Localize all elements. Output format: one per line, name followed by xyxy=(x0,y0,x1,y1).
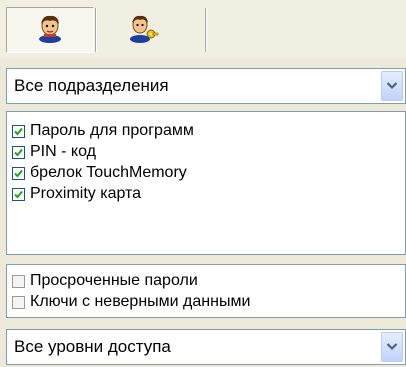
check-icon xyxy=(14,127,23,135)
user-key-icon xyxy=(127,13,159,48)
list-item[interactable]: Ключи с неверными данными xyxy=(12,292,250,312)
list-item-label: Proximity карта xyxy=(30,185,142,202)
toolbar-separator xyxy=(205,8,207,52)
list-item-label: Пароль для программ xyxy=(30,122,194,139)
list-item-label: PIN - код xyxy=(30,143,96,160)
access-level-select[interactable]: Все уровни доступа xyxy=(6,329,406,365)
list-item[interactable]: Proximity карта xyxy=(12,184,141,204)
toolbar xyxy=(0,0,406,58)
check-icon xyxy=(14,169,23,177)
list-item-label: Просроченные пароли xyxy=(30,272,198,289)
user-keys-view-button[interactable] xyxy=(99,7,187,53)
list-item[interactable]: Просроченные пароли xyxy=(12,271,198,291)
checkbox-expired-passwords[interactable] xyxy=(12,274,25,288)
toolbar-separator xyxy=(95,8,97,52)
check-icon xyxy=(14,190,23,198)
checkbox-touchmemory[interactable] xyxy=(12,166,25,180)
checkbox-pin[interactable] xyxy=(12,145,25,159)
user-icon xyxy=(35,13,65,48)
list-item-label: Ключи с неверными данными xyxy=(30,293,251,310)
list-item-label: брелок TouchMemory xyxy=(30,164,187,181)
list-item[interactable]: Пароль для программ xyxy=(12,121,194,141)
check-icon xyxy=(14,148,23,156)
checkbox-password[interactable] xyxy=(12,124,25,138)
chevron-down-icon xyxy=(386,77,398,95)
credential-types-list: Пароль для программ PIN - код брелок Tou… xyxy=(6,111,406,255)
list-item[interactable]: брелок TouchMemory xyxy=(12,163,187,183)
chevron-down-icon xyxy=(386,338,398,356)
department-select-value: Все подразделения xyxy=(14,76,169,95)
department-select[interactable]: Все подразделения xyxy=(6,68,406,104)
filters-list: Просроченные пароли Ключи с неверными да… xyxy=(6,264,406,318)
checkbox-proximity[interactable] xyxy=(12,187,25,201)
checkbox-invalid-keys[interactable] xyxy=(12,295,25,309)
users-view-button[interactable] xyxy=(6,7,94,53)
access-level-select-arrow[interactable] xyxy=(381,332,403,362)
access-level-select-value: Все уровни доступа xyxy=(14,337,171,356)
department-select-arrow[interactable] xyxy=(381,71,403,101)
list-item[interactable]: PIN - код xyxy=(12,142,96,162)
